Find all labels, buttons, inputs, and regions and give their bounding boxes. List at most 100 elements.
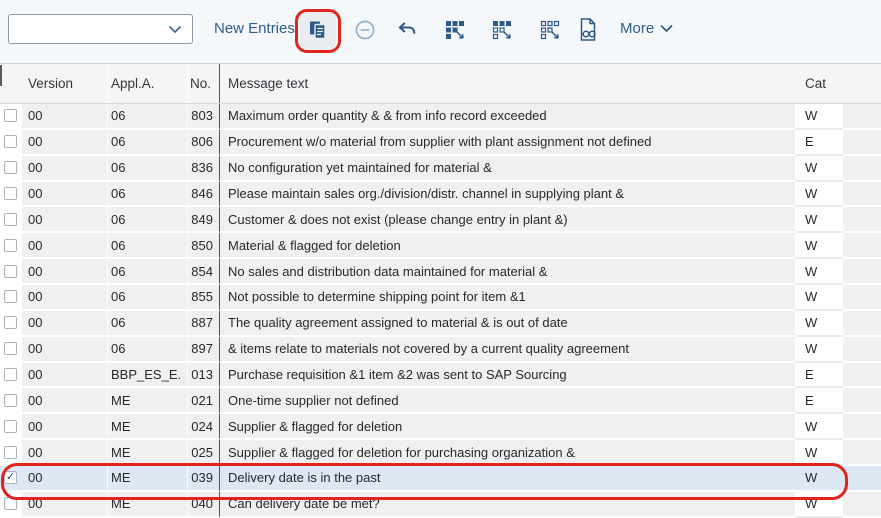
cell-message-text[interactable]: Procurement w/o material from supplier w… [219, 129, 795, 156]
cell-number[interactable]: 855 [188, 285, 219, 311]
checkbox-icon[interactable] [4, 497, 17, 511]
table-row[interactable]: 00 06 806 Procurement w/o material from … [0, 129, 881, 156]
cell-message-text[interactable]: Can delivery date be met? [219, 491, 795, 518]
cell-message-text[interactable]: Supplier & flagged for deletion [219, 414, 795, 441]
cell-message-text[interactable]: The quality agreement assigned to materi… [219, 310, 795, 337]
table-row[interactable]: 00 06 846 Please maintain sales org./div… [0, 181, 881, 208]
cell-category[interactable]: W [795, 440, 843, 467]
checkbox-icon[interactable] [4, 316, 17, 330]
cell-category[interactable]: W [795, 336, 843, 363]
cell-number[interactable]: 849 [188, 207, 219, 234]
cell-category[interactable]: W [795, 466, 843, 492]
cell-number[interactable]: 803 [188, 104, 219, 130]
cell-version[interactable]: 00 [22, 362, 108, 389]
table-row[interactable]: 00 06 897 & items relate to materials no… [0, 336, 881, 363]
cell-number[interactable]: 040 [188, 491, 219, 518]
cell-appl-area[interactable]: 06 [108, 259, 188, 286]
cell-message-text[interactable]: Maximum order quantity & & from info rec… [219, 104, 795, 130]
cell-version[interactable]: 00 [22, 181, 108, 208]
checkbox-icon[interactable] [4, 445, 17, 459]
cell-appl-area[interactable]: 06 [108, 129, 188, 156]
cell-category[interactable]: W [795, 155, 843, 182]
table-row[interactable]: 00 ME 025 Supplier & flagged for deletio… [0, 440, 881, 467]
cell-number[interactable]: 806 [188, 129, 219, 156]
cell-category[interactable]: W [795, 181, 843, 208]
table-row[interactable]: 00 BBP_ES_E. 013 Purchase requisition &1… [0, 362, 881, 389]
cell-version[interactable]: 00 [22, 440, 108, 467]
cell-category[interactable]: W [795, 310, 843, 337]
table-row[interactable]: 00 ME 040 Can delivery date be met? W [0, 491, 881, 518]
row-select-cell[interactable] [0, 285, 22, 311]
cell-message-text[interactable]: Not possible to determine shipping point… [219, 285, 795, 311]
table-row[interactable]: 00 06 887 The quality agreement assigned… [0, 310, 881, 337]
checkbox-icon[interactable] [4, 161, 17, 175]
row-select-cell[interactable] [0, 336, 22, 363]
cell-message-text[interactable]: Material & flagged for deletion [219, 233, 795, 260]
cell-number[interactable]: 024 [188, 414, 219, 441]
cell-appl-area[interactable]: 06 [108, 104, 188, 130]
cell-appl-area[interactable]: 06 [108, 207, 188, 234]
cell-number[interactable]: 846 [188, 181, 219, 208]
cell-version[interactable]: 00 [22, 259, 108, 286]
cell-message-text[interactable]: No configuration yet maintained for mate… [219, 155, 795, 182]
row-select-cell[interactable] [0, 414, 22, 441]
row-select-cell[interactable] [0, 104, 22, 130]
cell-message-text[interactable]: Delivery date is in the past [219, 466, 795, 492]
table-row[interactable]: 00 ME 021 One-time supplier not defined … [0, 388, 881, 415]
cell-version[interactable]: 00 [22, 414, 108, 441]
checkbox-icon[interactable] [4, 135, 17, 149]
header-appl-area[interactable]: Appl.A. [108, 64, 188, 103]
cell-category[interactable]: E [795, 129, 843, 156]
cell-category[interactable]: W [795, 104, 843, 130]
cell-category[interactable]: E [795, 362, 843, 389]
cell-appl-area[interactable]: ME [108, 388, 188, 415]
new-entries-button[interactable]: New Entries [214, 20, 295, 37]
cell-appl-area[interactable]: 06 [108, 310, 188, 337]
cell-version[interactable]: 00 [22, 336, 108, 363]
cell-number[interactable]: 836 [188, 155, 219, 182]
cell-version[interactable]: 00 [22, 104, 108, 130]
cell-message-text[interactable]: & items relate to materials not covered … [219, 336, 795, 363]
cell-number[interactable]: 887 [188, 310, 219, 337]
table-row[interactable]: 00 06 803 Maximum order quantity & & fro… [0, 104, 881, 130]
checkbox-icon[interactable] [4, 264, 17, 278]
cell-appl-area[interactable]: 06 [108, 285, 188, 311]
table-row[interactable]: ✓ 00 ME 039 Delivery date is in the past… [0, 466, 881, 492]
cell-appl-area[interactable]: BBP_ES_E. [108, 362, 188, 389]
cell-number[interactable]: 021 [188, 388, 219, 415]
cell-version[interactable]: 00 [22, 129, 108, 156]
copy-button[interactable] [300, 11, 336, 49]
row-select-cell[interactable] [0, 491, 22, 518]
checkbox-icon[interactable] [4, 419, 17, 433]
checkbox-icon[interactable] [4, 368, 17, 382]
deselect-all-button[interactable] [539, 19, 561, 41]
cell-category[interactable]: W [795, 414, 843, 441]
cell-message-text[interactable]: No sales and distribution data maintaine… [219, 259, 795, 286]
cell-number[interactable]: 025 [188, 440, 219, 467]
row-select-cell[interactable] [0, 155, 22, 182]
cell-message-text[interactable]: Customer & does not exist (please change… [219, 207, 795, 234]
cell-category[interactable]: E [795, 388, 843, 415]
row-select-cell[interactable] [0, 310, 22, 337]
cell-message-text[interactable]: Please maintain sales org./division/dist… [219, 181, 795, 208]
cell-appl-area[interactable]: 06 [108, 336, 188, 363]
cell-appl-area[interactable]: 06 [108, 233, 188, 260]
checkbox-icon[interactable] [4, 238, 17, 252]
display-button[interactable] [577, 17, 599, 43]
cell-category[interactable]: W [795, 233, 843, 260]
cell-version[interactable]: 00 [22, 466, 108, 492]
table-row[interactable]: 00 06 855 Not possible to determine ship… [0, 285, 881, 311]
cell-category[interactable]: W [795, 491, 843, 518]
checkbox-icon[interactable] [4, 342, 17, 356]
cell-number[interactable]: 039 [188, 466, 219, 492]
row-select-cell[interactable] [0, 440, 22, 467]
cell-message-text[interactable]: Supplier & flagged for deletion for purc… [219, 440, 795, 467]
cell-category[interactable]: W [795, 285, 843, 311]
checkbox-icon[interactable] [4, 212, 17, 226]
row-select-cell[interactable] [0, 233, 22, 260]
table-row[interactable]: 00 06 854 No sales and distribution data… [0, 259, 881, 286]
cell-message-text[interactable]: Purchase requisition &1 item &2 was sent… [219, 362, 795, 389]
cell-category[interactable]: W [795, 207, 843, 234]
row-select-cell[interactable] [0, 388, 22, 415]
cell-category[interactable]: W [795, 259, 843, 286]
